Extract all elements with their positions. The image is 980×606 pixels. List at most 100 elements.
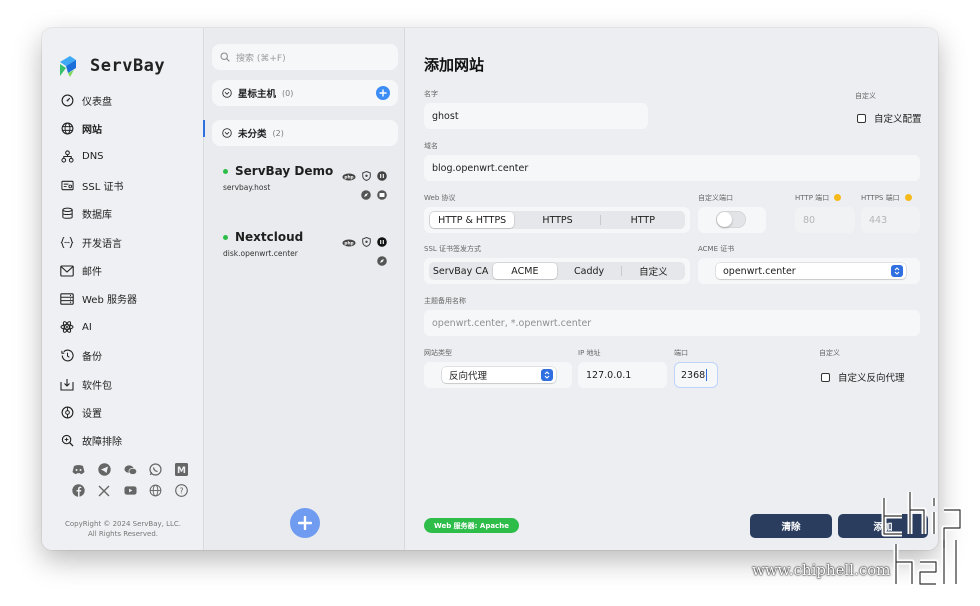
x-icon[interactable]: [98, 484, 111, 497]
ssl-shield-icon[interactable]: [362, 232, 371, 251]
ssl-shield-icon[interactable]: [362, 166, 371, 185]
window-icon[interactable]: [377, 185, 387, 204]
whatsapp-icon[interactable]: [149, 463, 162, 476]
sidebar-item-label: 软件包: [82, 380, 112, 392]
add-starred-button[interactable]: [376, 86, 390, 100]
code-icon: [60, 235, 74, 249]
sidebar-item-languages[interactable]: 开发语言: [42, 228, 204, 256]
php-icon[interactable]: php: [342, 166, 356, 185]
php-icon[interactable]: php: [342, 232, 356, 251]
copyright-line: CopyRight © 2024 ServBay, LLC.: [64, 520, 182, 528]
acme-label: ACME 证书: [698, 245, 735, 253]
name-field[interactable]: ghost: [424, 103, 648, 129]
site-list-panel: 搜索 (⌘+F) 星标主机 (0) 未分类 (2) ServBay Demo s…: [205, 28, 405, 550]
acme-certificate-select[interactable]: openwrt.center: [716, 263, 906, 279]
sidebar-item-label: 网站: [82, 125, 102, 137]
telegram-icon[interactable]: [98, 463, 111, 476]
ssl-option-servbay-ca[interactable]: ServBay CA: [429, 263, 492, 279]
port-field[interactable]: 2368: [674, 362, 718, 388]
https-port-field[interactable]: 443: [861, 207, 920, 233]
sidebar-item-ssl[interactable]: SSL 证书: [42, 171, 204, 199]
custom-config-checkbox[interactable]: 自定义配置: [857, 111, 922, 125]
add-site-button[interactable]: [290, 508, 320, 538]
custom-label: 自定义: [855, 92, 876, 100]
group-starred[interactable]: 星标主机 (0): [212, 80, 398, 106]
site-item[interactable]: ServBay Demo servbay.host php: [223, 164, 393, 200]
facebook-icon[interactable]: [72, 484, 85, 497]
checkbox[interactable]: [821, 372, 830, 382]
name-label: 名字: [424, 90, 438, 98]
servbay-logo-icon: [60, 56, 76, 77]
medium-icon[interactable]: M: [175, 463, 188, 476]
sidebar-item-websites[interactable]: 网站: [42, 114, 205, 142]
alias-label: 主题备用名称: [424, 297, 466, 305]
alias-field[interactable]: openwrt.center, *.openwrt.center: [424, 310, 920, 336]
discord-icon[interactable]: [72, 463, 85, 476]
acme-box: openwrt.center: [698, 258, 920, 284]
wechat-icon[interactable]: [123, 463, 137, 476]
protocol-segmented-control: HTTP & HTTPS HTTPS HTTP: [424, 207, 690, 233]
social-links: M ?: [70, 463, 190, 505]
checkbox[interactable]: [857, 113, 866, 123]
protocol-option-https[interactable]: HTTPS: [515, 212, 599, 228]
copyright-line: All Rights Reserved.: [87, 530, 158, 538]
compass-icon[interactable]: [377, 251, 387, 270]
search-input[interactable]: 搜索 (⌘+F): [212, 44, 398, 70]
backup-icon: [60, 349, 74, 363]
plus-icon: [379, 89, 387, 97]
sidebar-item-label: Web 服务器: [82, 295, 137, 307]
chevron-updown-icon: [891, 265, 903, 277]
pause-icon[interactable]: [377, 232, 387, 251]
domain-field[interactable]: blog.openwrt.center: [424, 155, 920, 181]
server-icon: [60, 292, 74, 306]
ssl-segmented-control: ServBay CA ACME Caddy 自定义: [424, 258, 690, 284]
custom-port-toggle[interactable]: [716, 211, 746, 228]
protocol-option-http-https[interactable]: HTTP & HTTPS: [430, 212, 515, 228]
sidebar-item-backup[interactable]: 备份: [42, 342, 204, 370]
help-icon[interactable]: ?: [175, 484, 188, 497]
text-cursor: [706, 369, 708, 381]
sidebar-item-settings[interactable]: 设置: [42, 398, 204, 426]
sidebar-item-ai[interactable]: AI: [42, 313, 204, 341]
group-name: 未分类: [238, 129, 267, 140]
pause-icon[interactable]: [377, 166, 387, 185]
sidebar-item-web-server[interactable]: Web 服务器: [42, 285, 204, 313]
ssl-option-acme[interactable]: ACME: [493, 263, 557, 279]
protocol-option-http[interactable]: HTTP: [601, 212, 685, 228]
sidebar-item-troubleshoot[interactable]: 故障排除: [42, 427, 204, 455]
ssl-option-caddy[interactable]: Caddy: [558, 263, 621, 279]
compass-icon[interactable]: [361, 185, 371, 204]
ssl-option-custom[interactable]: 自定义: [622, 263, 685, 279]
add-site-form: 添加网站 名字 ghost 自定义 自定义配置 域名 blog.openwrt.…: [406, 28, 938, 550]
sidebar-item-mail[interactable]: 邮件: [42, 256, 204, 284]
site-name: Nextcloud: [235, 230, 304, 244]
certificate-icon: [60, 178, 74, 192]
sidebar-item-label: 仪表盘: [82, 96, 112, 108]
site-type-select[interactable]: 反向代理: [442, 367, 556, 383]
search-icon: [220, 52, 230, 62]
sidebar-item-dns[interactable]: DNS: [42, 143, 204, 171]
chevron-down-icon: [222, 128, 232, 138]
database-icon: [60, 207, 74, 221]
acme-certificate-value: openwrt.center: [723, 265, 796, 277]
custom-proxy-checkbox[interactable]: 自定义反向代理: [821, 370, 905, 384]
sidebar-item-label: 备份: [82, 352, 102, 364]
dashboard-icon: [60, 93, 74, 107]
copyright: CopyRight © 2024 ServBay, LLC. All Right…: [42, 519, 204, 539]
site-item[interactable]: Nextcloud disk.openwrt.center php: [223, 230, 393, 266]
site-type-box: 反向代理: [424, 362, 572, 388]
youtube-icon[interactable]: [123, 484, 137, 497]
sidebar-item-label: 邮件: [82, 267, 102, 279]
custom-port-box: [698, 207, 766, 233]
website-globe-icon[interactable]: [149, 484, 162, 497]
http-port-field[interactable]: 80: [795, 207, 855, 233]
group-uncategorized[interactable]: 未分类 (2): [212, 120, 398, 146]
clear-button[interactable]: 清除: [750, 514, 832, 538]
https-port-label-text: HTTPS 端口: [861, 194, 900, 202]
ip-field[interactable]: 127.0.0.1: [578, 362, 667, 388]
sidebar-item-packages[interactable]: 软件包: [42, 370, 204, 398]
https-port-label: HTTPS 端口: [861, 193, 912, 203]
sidebar-item-dashboard[interactable]: 仪表盘: [42, 86, 204, 114]
custom-config-label: 自定义配置: [874, 114, 922, 125]
sidebar-item-database[interactable]: 数据库: [42, 200, 204, 228]
